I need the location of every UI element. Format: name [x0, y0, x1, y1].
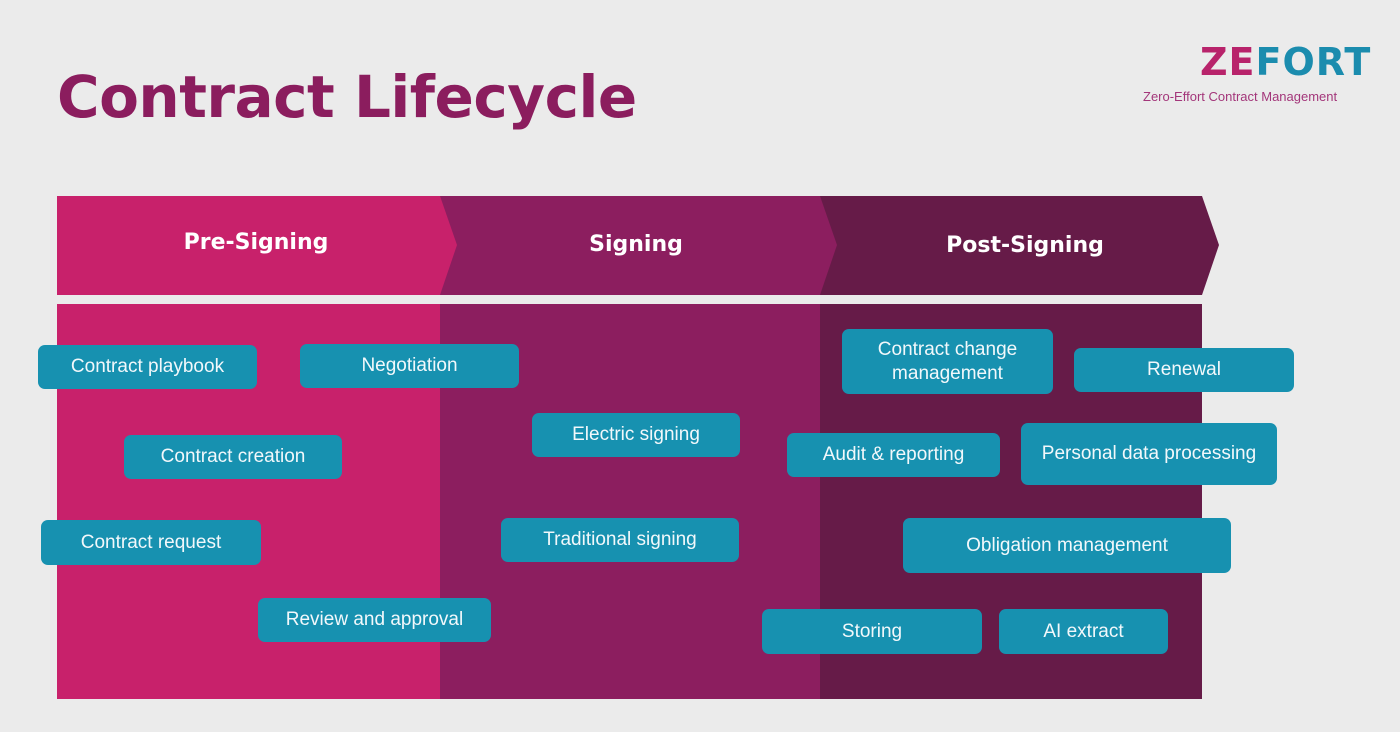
phase-label-signing: Signing	[589, 232, 683, 257]
activity-audit-reporting[interactable]: Audit & reporting	[787, 433, 1000, 477]
activity-negotiation[interactable]: Negotiation	[300, 344, 519, 388]
activity-electric-signing[interactable]: Electric signing	[532, 413, 740, 457]
activity-personal-data-processing[interactable]: Personal data processing	[1021, 423, 1277, 485]
activity-contract-request[interactable]: Contract request	[41, 520, 261, 565]
activity-ai-extract[interactable]: AI extract	[999, 609, 1168, 654]
activity-traditional-signing[interactable]: Traditional signing	[501, 518, 739, 562]
activity-storing[interactable]: Storing	[762, 609, 982, 654]
activity-contract-change-management[interactable]: Contract change management	[842, 329, 1053, 394]
phase-label-post-signing: Post-Signing	[946, 233, 1104, 258]
activity-contract-playbook[interactable]: Contract playbook	[38, 345, 257, 389]
activity-review-and-approval[interactable]: Review and approval	[258, 598, 491, 642]
activity-obligation-management[interactable]: Obligation management	[903, 518, 1231, 573]
activity-renewal[interactable]: Renewal	[1074, 348, 1294, 392]
activity-contract-creation[interactable]: Contract creation	[124, 435, 342, 479]
phase-label-pre-signing: Pre-Signing	[183, 230, 329, 255]
